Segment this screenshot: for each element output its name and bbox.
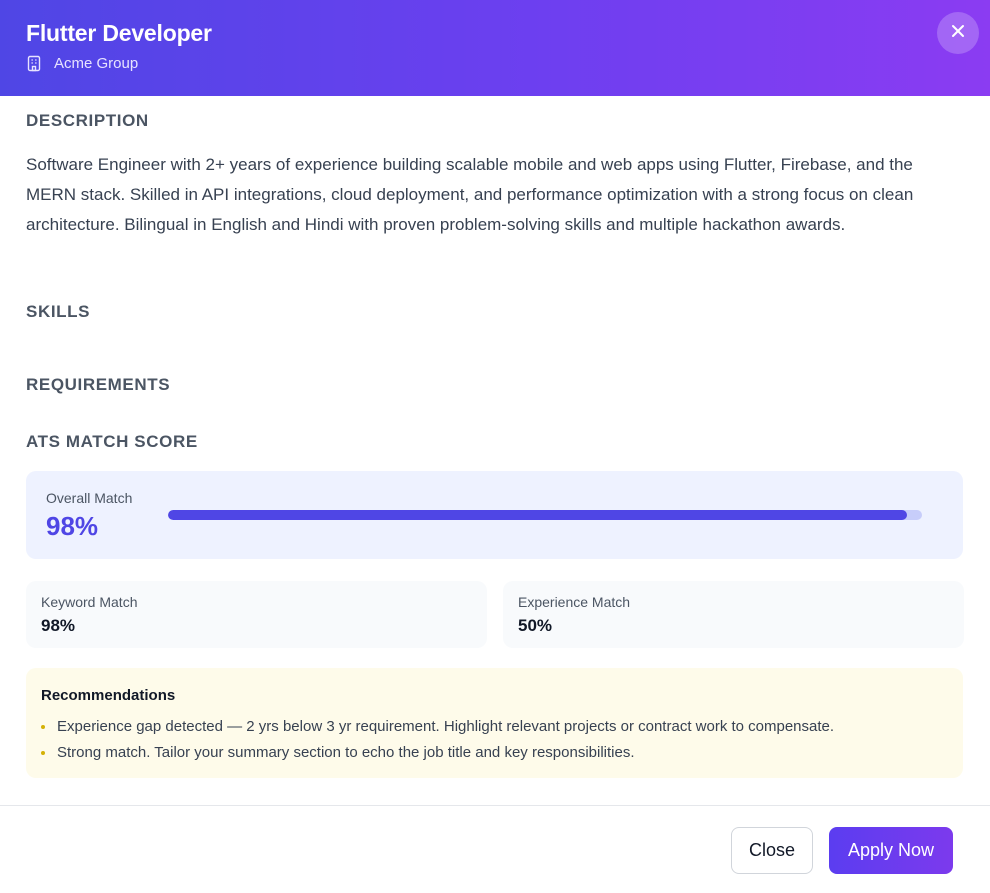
description-text: Software Engineer with 2+ years of exper… (26, 155, 914, 234)
overall-match-label: Overall Match (46, 490, 133, 506)
bullet-icon (41, 750, 45, 755)
experience-match-card: Experience Match 50% (503, 581, 964, 648)
recommendation-text: Experience gap detected — 2 yrs below 3 … (57, 718, 835, 735)
recommendations-title: Recommendations (41, 687, 176, 704)
keyword-match-card: Keyword Match 98% (26, 581, 487, 648)
apply-now-button[interactable]: Apply Now (829, 827, 953, 874)
close-icon-button[interactable] (937, 12, 979, 54)
overall-match-progress (168, 510, 922, 520)
close-icon (950, 23, 966, 44)
ats-heading: ATS MATCH SCORE (26, 432, 198, 451)
skills-heading: SKILLS (26, 302, 91, 321)
company-row: Acme Group (26, 55, 138, 72)
experience-match-label: Experience Match (518, 594, 631, 610)
description-heading: DESCRIPTION (26, 111, 149, 130)
company-name: Acme Group (54, 55, 139, 72)
overall-match-progress-fill (168, 510, 907, 520)
building-icon (26, 55, 42, 72)
modal-header: Flutter Developer Acme Group (0, 0, 990, 96)
keyword-match-value: 98% (41, 616, 76, 635)
close-button[interactable]: Close (731, 827, 813, 874)
recommendations-card: Recommendations Experience gap detected … (26, 668, 963, 778)
recommendation-text: Strong match. Tailor your summary sectio… (57, 744, 635, 761)
keyword-match-label: Keyword Match (41, 594, 138, 610)
recommendation-item: Strong match. Tailor your summary sectio… (41, 744, 635, 761)
bullet-icon (41, 724, 45, 729)
recommendation-item: Experience gap detected — 2 yrs below 3 … (41, 718, 834, 735)
job-detail-modal: Flutter Developer Acme Group DESCRIPTION… (0, 0, 990, 893)
overall-match-card: Overall Match 98% (26, 471, 963, 559)
footer-divider (0, 805, 990, 806)
experience-match-value: 50% (518, 616, 553, 635)
overall-match-value: 98% (46, 511, 99, 541)
requirements-heading: REQUIREMENTS (26, 375, 171, 394)
job-title: Flutter Developer (26, 20, 212, 46)
